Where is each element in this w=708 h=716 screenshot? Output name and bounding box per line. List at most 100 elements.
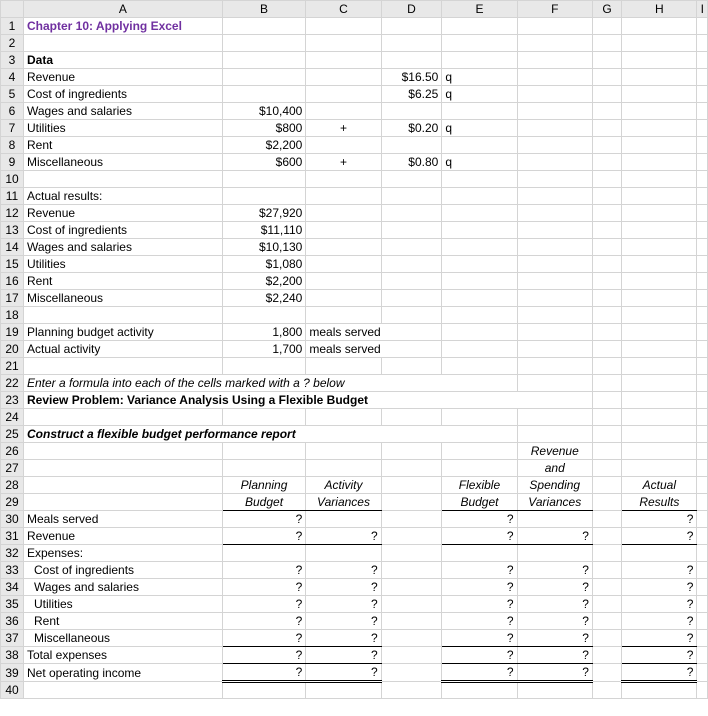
row-header-21[interactable]: 21 (1, 358, 24, 375)
row-header-37[interactable]: 37 (1, 630, 24, 647)
cell-A16[interactable]: Rent (24, 273, 223, 290)
cell-A39[interactable]: Net operating income (24, 664, 223, 682)
cell-C33[interactable]: ? (306, 562, 381, 579)
cell-A13[interactable]: Cost of ingredients (24, 222, 223, 239)
cell-B12[interactable]: $27,920 (222, 205, 306, 222)
cell-C1[interactable] (306, 18, 381, 35)
cell-A34[interactable]: Wages and salaries (24, 579, 223, 596)
cell-A20[interactable]: Actual activity (24, 341, 223, 358)
cell-H39[interactable]: ? (622, 664, 697, 682)
cell-A38[interactable]: Total expenses (24, 647, 223, 664)
cell-F27[interactable]: and (517, 460, 592, 477)
row-header-39[interactable]: 39 (1, 664, 24, 682)
cell-A4[interactable]: Revenue (24, 69, 223, 86)
cell-E4[interactable]: q (442, 69, 517, 86)
cell-F31[interactable]: ? (517, 528, 592, 545)
cell-B33[interactable]: ? (222, 562, 306, 579)
cell-B20[interactable]: 1,700 (222, 341, 306, 358)
row-header-25[interactable]: 25 (1, 426, 24, 443)
cell-A1[interactable]: Chapter 10: Applying Excel (24, 18, 223, 35)
cell-B28[interactable]: Planning (222, 477, 306, 494)
cell-C37[interactable]: ? (306, 630, 381, 647)
cell-C4[interactable] (306, 69, 381, 86)
cell-B19[interactable]: 1,800 (222, 324, 306, 341)
row-header-12[interactable]: 12 (1, 205, 24, 222)
cell-E9[interactable]: q (442, 154, 517, 171)
row-header-3[interactable]: 3 (1, 52, 24, 69)
row-header-29[interactable]: 29 (1, 494, 24, 511)
row-header-4[interactable]: 4 (1, 69, 24, 86)
row-header-7[interactable]: 7 (1, 120, 24, 137)
cell-C19[interactable]: meals served (306, 324, 442, 341)
cell-B34[interactable]: ? (222, 579, 306, 596)
cell-E31[interactable]: ? (442, 528, 517, 545)
cell-B6[interactable]: $10,400 (222, 103, 306, 120)
row-header-23[interactable]: 23 (1, 392, 24, 409)
cell-E35[interactable]: ? (442, 596, 517, 613)
cell-A15[interactable]: Utilities (24, 256, 223, 273)
row-header-40[interactable]: 40 (1, 682, 24, 699)
row-header-33[interactable]: 33 (1, 562, 24, 579)
cell-A6[interactable]: Wages and salaries (24, 103, 223, 120)
cell-C31[interactable]: ? (306, 528, 381, 545)
row-header-38[interactable]: 38 (1, 647, 24, 664)
cell-H33[interactable]: ? (622, 562, 697, 579)
col-header-C[interactable]: C (306, 1, 381, 18)
cell-C36[interactable]: ? (306, 613, 381, 630)
row-header-13[interactable]: 13 (1, 222, 24, 239)
select-all-corner[interactable] (1, 1, 24, 18)
cell-C39[interactable]: ? (306, 664, 381, 682)
col-header-B[interactable]: B (222, 1, 306, 18)
cell-A36[interactable]: Rent (24, 613, 223, 630)
cell-B7[interactable]: $800 (222, 120, 306, 137)
row-header-10[interactable]: 10 (1, 171, 24, 188)
cell-A2[interactable] (24, 35, 223, 52)
col-header-H[interactable]: H (622, 1, 697, 18)
cell-C7[interactable]: + (306, 120, 381, 137)
cell-F26[interactable]: Revenue (517, 443, 592, 460)
row-header-34[interactable]: 34 (1, 579, 24, 596)
row-header-19[interactable]: 19 (1, 324, 24, 341)
cell-B38[interactable]: ? (222, 647, 306, 664)
cell-C28[interactable]: Activity (306, 477, 381, 494)
row-header-28[interactable]: 28 (1, 477, 24, 494)
cell-D5[interactable]: $6.25 (381, 86, 442, 103)
cell-F28[interactable]: Spending (517, 477, 592, 494)
cell-F33[interactable]: ? (517, 562, 592, 579)
cell-A5[interactable]: Cost of ingredients (24, 86, 223, 103)
cell-F37[interactable]: ? (517, 630, 592, 647)
col-header-I[interactable]: I (697, 1, 708, 18)
cell-C20[interactable]: meals served (306, 341, 442, 358)
row-header-15[interactable]: 15 (1, 256, 24, 273)
cell-B4[interactable] (222, 69, 306, 86)
cell-A8[interactable]: Rent (24, 137, 223, 154)
cell-F39[interactable]: ? (517, 664, 592, 682)
cell-H28[interactable]: Actual (622, 477, 697, 494)
cell-B39[interactable]: ? (222, 664, 306, 682)
col-header-A[interactable]: A (24, 1, 223, 18)
cell-E5[interactable]: q (442, 86, 517, 103)
row-header-20[interactable]: 20 (1, 341, 24, 358)
cell-B15[interactable]: $1,080 (222, 256, 306, 273)
row-header-30[interactable]: 30 (1, 511, 24, 528)
cell-H36[interactable]: ? (622, 613, 697, 630)
cell-H35[interactable]: ? (622, 596, 697, 613)
cell-F30[interactable] (517, 511, 592, 528)
cell-B31[interactable]: ? (222, 528, 306, 545)
cell-E29[interactable]: Budget (442, 494, 517, 511)
cell-H29[interactable]: Results (622, 494, 697, 511)
cell-A37[interactable]: Miscellaneous (24, 630, 223, 647)
cell-B13[interactable]: $11,110 (222, 222, 306, 239)
cell-A17[interactable]: Miscellaneous (24, 290, 223, 307)
cell-H1[interactable] (622, 18, 697, 35)
cell-A32[interactable]: Expenses: (24, 545, 223, 562)
row-header-5[interactable]: 5 (1, 86, 24, 103)
cell-B9[interactable]: $600 (222, 154, 306, 171)
cell-A12[interactable]: Revenue (24, 205, 223, 222)
cell-H34[interactable]: ? (622, 579, 697, 596)
cell-A31[interactable]: Revenue (24, 528, 223, 545)
cell-B29[interactable]: Budget (222, 494, 306, 511)
col-header-E[interactable]: E (442, 1, 517, 18)
cell-B8[interactable]: $2,200 (222, 137, 306, 154)
cell-E36[interactable]: ? (442, 613, 517, 630)
